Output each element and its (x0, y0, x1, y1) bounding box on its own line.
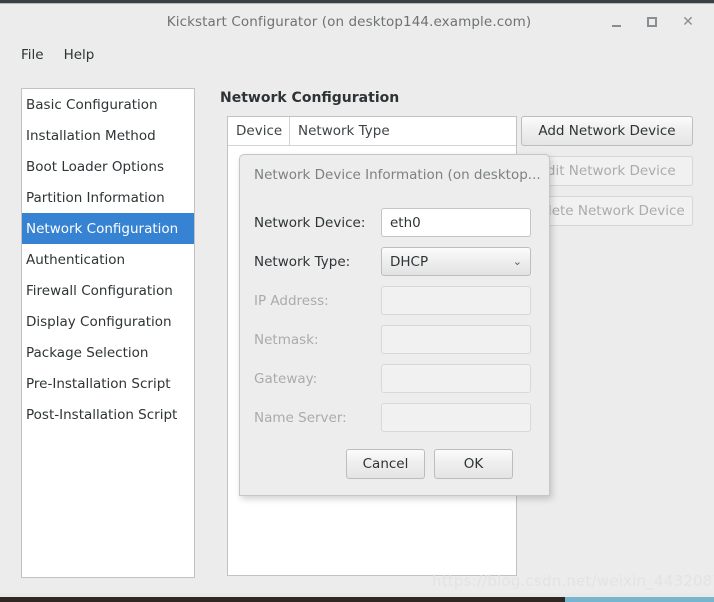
application-window: Kickstart Configurator (on desktop144.ex… (0, 0, 714, 602)
table-header-row: Device Network Type (228, 117, 516, 146)
form-row-ip-address: IP Address: (254, 281, 531, 320)
window-titlebar: Kickstart Configurator (on desktop144.ex… (0, 4, 714, 40)
network-device-input[interactable]: eth0 (381, 208, 531, 237)
sidebar-item-authentication[interactable]: Authentication (22, 244, 194, 275)
window-title: Kickstart Configurator (on desktop144.ex… (166, 14, 532, 30)
ip-address-input (381, 286, 531, 315)
chevron-down-icon: ⌄ (512, 255, 522, 268)
page-title: Network Configuration (220, 90, 400, 106)
sidebar-item-installation-method[interactable]: Installation Method (22, 120, 194, 151)
menu-item-file[interactable]: File (11, 44, 54, 66)
ok-button[interactable]: OK (434, 449, 513, 479)
window-controls: ✕ (608, 14, 714, 30)
cancel-button[interactable]: Cancel (346, 449, 425, 479)
network-type-value: DHCP (390, 253, 429, 270)
network-type-select[interactable]: DHCP ⌄ (381, 247, 531, 276)
sidebar-item-post-installation-script[interactable]: Post-Installation Script (22, 399, 194, 430)
gateway-input (381, 364, 531, 393)
sidebar-item-package-selection[interactable]: Package Selection (22, 337, 194, 368)
menu-item-help[interactable]: Help (54, 44, 105, 66)
minimize-icon[interactable] (608, 14, 624, 30)
watermark-text: https://blog.csdn.net/weixin_44320876 (432, 572, 714, 590)
form-row-netmask: Netmask: (254, 320, 531, 359)
form-row-network-type: Network Type: DHCP ⌄ (254, 242, 531, 281)
label-gateway: Gateway: (254, 370, 318, 387)
label-name-server: Name Server: (254, 409, 347, 426)
dialog-title: Network Device Information (on desktop..… (254, 167, 541, 183)
close-icon[interactable]: ✕ (680, 14, 696, 30)
sidebar-navigation[interactable]: Basic Configuration Installation Method … (21, 88, 195, 578)
form-row-network-device: Network Device: eth0 (254, 203, 531, 242)
sidebar-item-boot-loader-options[interactable]: Boot Loader Options (22, 151, 194, 182)
column-header-device: Device (228, 117, 290, 145)
label-netmask: Netmask: (254, 331, 319, 348)
maximize-icon[interactable] (644, 14, 660, 30)
sidebar-item-partition-information[interactable]: Partition Information (22, 182, 194, 213)
label-ip-address: IP Address: (254, 292, 329, 309)
sidebar-item-display-configuration[interactable]: Display Configuration (22, 306, 194, 337)
add-network-device-button[interactable]: Add Network Device (521, 116, 693, 146)
form-row-name-server: Name Server: (254, 398, 531, 437)
taskbar-accent-segment (565, 597, 714, 602)
sidebar-item-network-configuration[interactable]: Network Configuration (22, 213, 194, 244)
sidebar-item-pre-installation-script[interactable]: Pre-Installation Script (22, 368, 194, 399)
taskbar-left-segment (0, 597, 565, 602)
label-network-device: Network Device: (254, 214, 366, 231)
column-header-network-type: Network Type (298, 123, 390, 139)
dialog-action-buttons: Cancel OK (254, 437, 531, 479)
dialog-form: Network Device: eth0 Network Type: DHCP … (240, 195, 549, 479)
name-server-input (381, 403, 531, 432)
netmask-input (381, 325, 531, 354)
network-device-information-dialog: Network Device Information (on desktop..… (239, 154, 550, 496)
label-network-type: Network Type: (254, 253, 351, 270)
form-row-gateway: Gateway: (254, 359, 531, 398)
sidebar-item-firewall-configuration[interactable]: Firewall Configuration (22, 275, 194, 306)
sidebar-item-basic-configuration[interactable]: Basic Configuration (22, 89, 194, 120)
menubar: File Help (0, 40, 714, 70)
